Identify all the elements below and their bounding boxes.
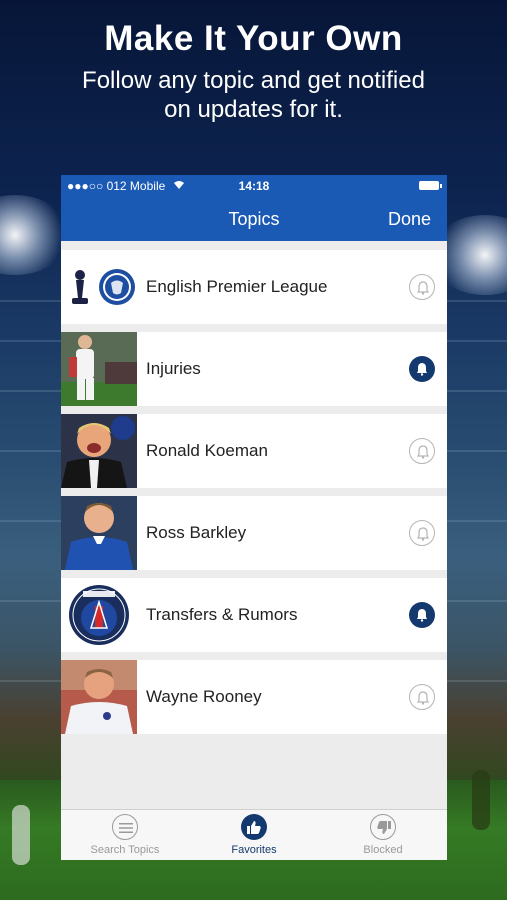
status-bar: ●●●○○ 012 Mobile 14:18: [61, 175, 447, 197]
topic-row[interactable]: Injuries: [61, 332, 447, 406]
tab-label: Blocked: [363, 844, 403, 856]
topic-label: Ronald Koeman: [146, 441, 268, 460]
psg-crest-icon: [61, 578, 137, 652]
promo-subtitle-line2: on updates for it.: [164, 96, 343, 123]
topic-row[interactable]: Wayne Rooney: [61, 660, 447, 734]
topic-row[interactable]: Ronald Koeman: [61, 414, 447, 488]
topic-label: Wayne Rooney: [146, 687, 262, 706]
bell-icon[interactable]: [409, 684, 435, 710]
topic-row[interactable]: Transfers & Rumors: [61, 578, 447, 652]
topic-label: Transfers & Rumors: [146, 605, 298, 624]
topic-row[interactable]: Ross Barkley: [61, 496, 447, 570]
thumbs-up-icon: [241, 814, 267, 840]
bell-icon[interactable]: [409, 356, 435, 382]
bell-icon[interactable]: [409, 274, 435, 300]
topic-label: Injuries: [146, 359, 201, 378]
promo-header: Make It Your Own Follow any topic and ge…: [0, 18, 507, 124]
topic-row[interactable]: English Premier League: [61, 250, 447, 324]
injured-player-photo: [61, 332, 137, 406]
tab-label: Favorites: [231, 844, 277, 856]
floodlight: [0, 195, 70, 275]
tab-bar: Search Topics Favorites Blocked: [61, 809, 447, 860]
topic-label: English Premier League: [146, 277, 328, 296]
tab-label: Search Topics: [90, 844, 160, 856]
bell-icon[interactable]: [409, 438, 435, 464]
done-button[interactable]: Done: [388, 209, 431, 230]
thumbs-down-icon: [370, 814, 396, 840]
tab-favorites[interactable]: Favorites: [190, 814, 318, 856]
tab-blocked[interactable]: Blocked: [319, 814, 447, 856]
battery-icon: [419, 181, 442, 190]
promo-subtitle-line1: Follow any topic and get notified: [82, 67, 425, 94]
topics-list: English Premier League Injuries Ronald K…: [61, 250, 447, 742]
club-crests-icon: [61, 250, 137, 324]
player-figure: [472, 770, 490, 830]
phone-screen: ●●●○○ 012 Mobile 14:18 Topics Done Engli…: [61, 175, 447, 860]
ronald-koeman-photo: [61, 414, 137, 488]
bell-icon[interactable]: [409, 602, 435, 628]
promo-title: Make It Your Own: [104, 19, 403, 58]
bell-icon[interactable]: [409, 520, 435, 546]
wayne-rooney-photo: [61, 660, 137, 734]
nav-bar: Topics Done: [61, 197, 447, 241]
topic-label: Ross Barkley: [146, 523, 247, 542]
clock: 14:18: [238, 179, 270, 193]
promo-subtitle: Follow any topic and get notified on upd…: [0, 66, 507, 124]
ross-barkley-photo: [61, 496, 137, 570]
tab-search-topics[interactable]: Search Topics: [61, 814, 189, 856]
player-figure: [12, 805, 30, 865]
list-icon: [112, 814, 138, 840]
